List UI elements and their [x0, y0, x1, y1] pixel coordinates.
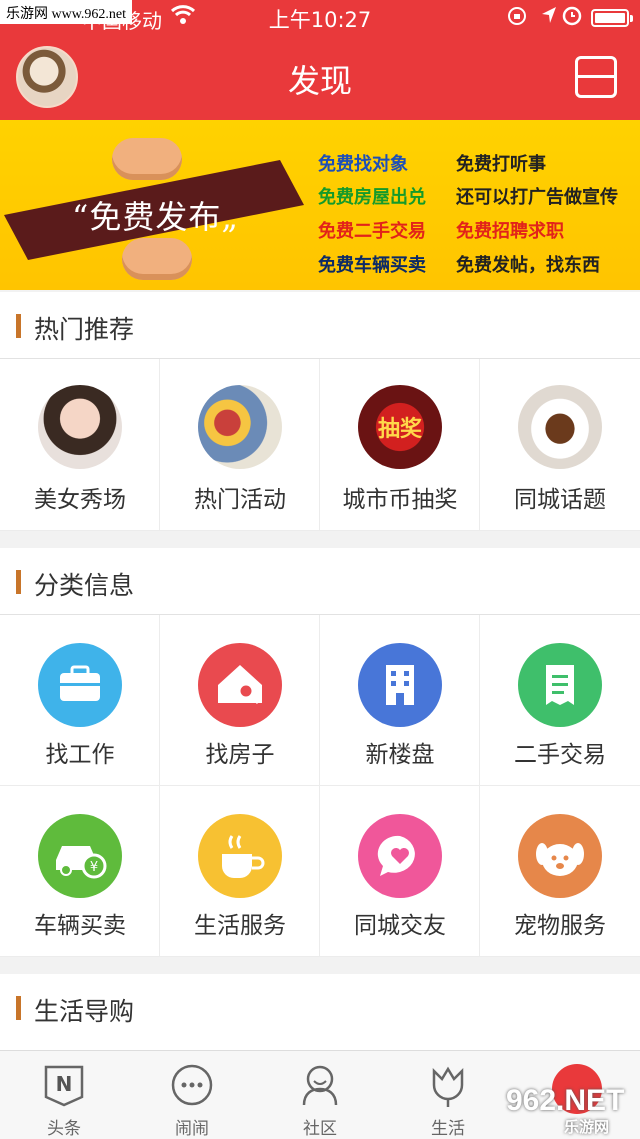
- rotation-lock-icon: [506, 5, 528, 32]
- hot-item-label: 热门活动: [194, 487, 286, 513]
- banner-item: 免费发帖，找东西: [456, 255, 600, 276]
- lottery-icon-text: 抽奖: [377, 417, 422, 442]
- category-item-label: 找房子: [205, 742, 275, 768]
- watermark-bottom-big: 962.NET: [506, 1084, 625, 1117]
- banner-item: 免费二手交易: [318, 221, 426, 242]
- hot-item-beauty-show[interactable]: 美女秀场: [0, 359, 160, 531]
- house-search-icon: [198, 643, 282, 727]
- category-item-cars[interactable]: ¥ 车辆买卖: [0, 786, 160, 957]
- briefcase-icon: [38, 643, 122, 727]
- section-accent-bar: [16, 314, 21, 338]
- coffee-photo-icon: [518, 385, 602, 469]
- chat-bubble-icon: [171, 1064, 213, 1106]
- page-title: 发现: [287, 62, 352, 100]
- hot-item-events[interactable]: 热门活动: [160, 359, 320, 531]
- category-item-label: 宠物服务: [514, 913, 606, 939]
- hot-item-topics[interactable]: 同城话题: [480, 359, 640, 531]
- banner-item: 还可以打广告做宣传: [456, 187, 618, 208]
- category-item-label: 二手交易: [514, 742, 606, 768]
- category-item-label: 生活服务: [194, 913, 286, 939]
- receipt-icon: [518, 643, 602, 727]
- heart-chat-icon: [358, 814, 442, 898]
- section-accent-bar: [16, 570, 21, 594]
- category-item-pets[interactable]: 宠物服务: [480, 786, 640, 957]
- tab-community[interactable]: 社区: [256, 1051, 384, 1139]
- category-item-label: 找工作: [45, 742, 115, 768]
- category-item-life-services[interactable]: 生活服务: [160, 786, 320, 957]
- category-item-label: 同城交友: [354, 913, 446, 939]
- promo-banner[interactable]: “免费发布„ 免费找对象 免费打听事 免费房屋出兑 还可以打广告做宣传 免费二手…: [0, 120, 640, 290]
- lottery-photo-icon: 抽奖: [358, 385, 442, 469]
- tab-label: 生活: [431, 1119, 465, 1139]
- category-item-new-homes[interactable]: 新楼盘: [320, 615, 480, 786]
- alarm-icon: [561, 3, 583, 32]
- battery-icon: [591, 9, 633, 27]
- svg-text:N: N: [56, 1072, 73, 1096]
- girl-photo-icon: [38, 385, 122, 469]
- watermark-bottom-small: 乐游网: [564, 1118, 610, 1136]
- banner-item: 免费打听事: [456, 154, 546, 175]
- dog-icon: [518, 814, 602, 898]
- tulip-icon: [432, 1066, 464, 1107]
- section-header-hot: 热门推荐: [0, 292, 640, 358]
- category-item-housing[interactable]: 找房子: [160, 615, 320, 786]
- hot-item-label: 同城话题: [514, 487, 606, 513]
- hand-graphic-top: [112, 138, 182, 180]
- hot-item-label: 城市币抽奖: [342, 487, 458, 513]
- tab-headlines[interactable]: N 头条: [0, 1051, 128, 1139]
- headline-icon: N: [44, 1065, 84, 1107]
- section-title: 热门推荐: [34, 315, 135, 344]
- hot-grid: 美女秀场 热门活动 抽奖 城市币抽奖 同城话题: [0, 358, 640, 531]
- community-icon: [302, 1065, 338, 1106]
- tab-label: 闹闹: [175, 1119, 209, 1139]
- section-accent-bar: [16, 996, 21, 1020]
- tab-chat[interactable]: 闹闹: [128, 1051, 256, 1139]
- category-grid: 找工作 找房子 新楼盘 二手交易 ¥ 车辆买卖 生活服务 同城交友 宠物服务: [0, 614, 640, 957]
- tab-label: 头条: [47, 1119, 81, 1139]
- party-photo-icon: [198, 385, 282, 469]
- banner-item: 免费车辆买卖: [318, 255, 426, 276]
- building-icon: [358, 643, 442, 727]
- menu-button[interactable]: [575, 56, 617, 98]
- hot-item-label: 美女秀场: [34, 487, 126, 513]
- banner-item: 免费房屋出兑: [318, 187, 426, 208]
- section-title: 生活导购: [34, 997, 135, 1026]
- banner-item: 免费找对象: [318, 154, 408, 175]
- section-title: 分类信息: [34, 571, 135, 600]
- category-item-label: 车辆买卖: [34, 913, 126, 939]
- tab-label: 社区: [303, 1119, 337, 1139]
- svg-text:¥: ¥: [90, 860, 98, 875]
- category-item-label: 新楼盘: [365, 742, 435, 768]
- banner-slogan: “免费发布„: [72, 198, 239, 236]
- car-icon: ¥: [38, 814, 122, 898]
- watermark-bottom: 962.NET 乐游网: [500, 1064, 640, 1139]
- coffee-cup-icon: [198, 814, 282, 898]
- category-item-dating[interactable]: 同城交友: [320, 786, 480, 957]
- hand-graphic-bottom: [122, 238, 192, 280]
- category-item-secondhand[interactable]: 二手交易: [480, 615, 640, 786]
- section-header-shopping: 生活导购: [0, 974, 640, 1050]
- banner-item: 免费招聘求职: [456, 221, 564, 242]
- location-arrow-icon: [540, 5, 558, 30]
- section-header-category: 分类信息: [0, 548, 640, 614]
- tab-life[interactable]: 生活: [384, 1051, 512, 1139]
- hot-item-lottery[interactable]: 抽奖 城市币抽奖: [320, 359, 480, 531]
- watermark-top: 乐游网 www.962.net: [0, 0, 133, 24]
- category-item-jobs[interactable]: 找工作: [0, 615, 160, 786]
